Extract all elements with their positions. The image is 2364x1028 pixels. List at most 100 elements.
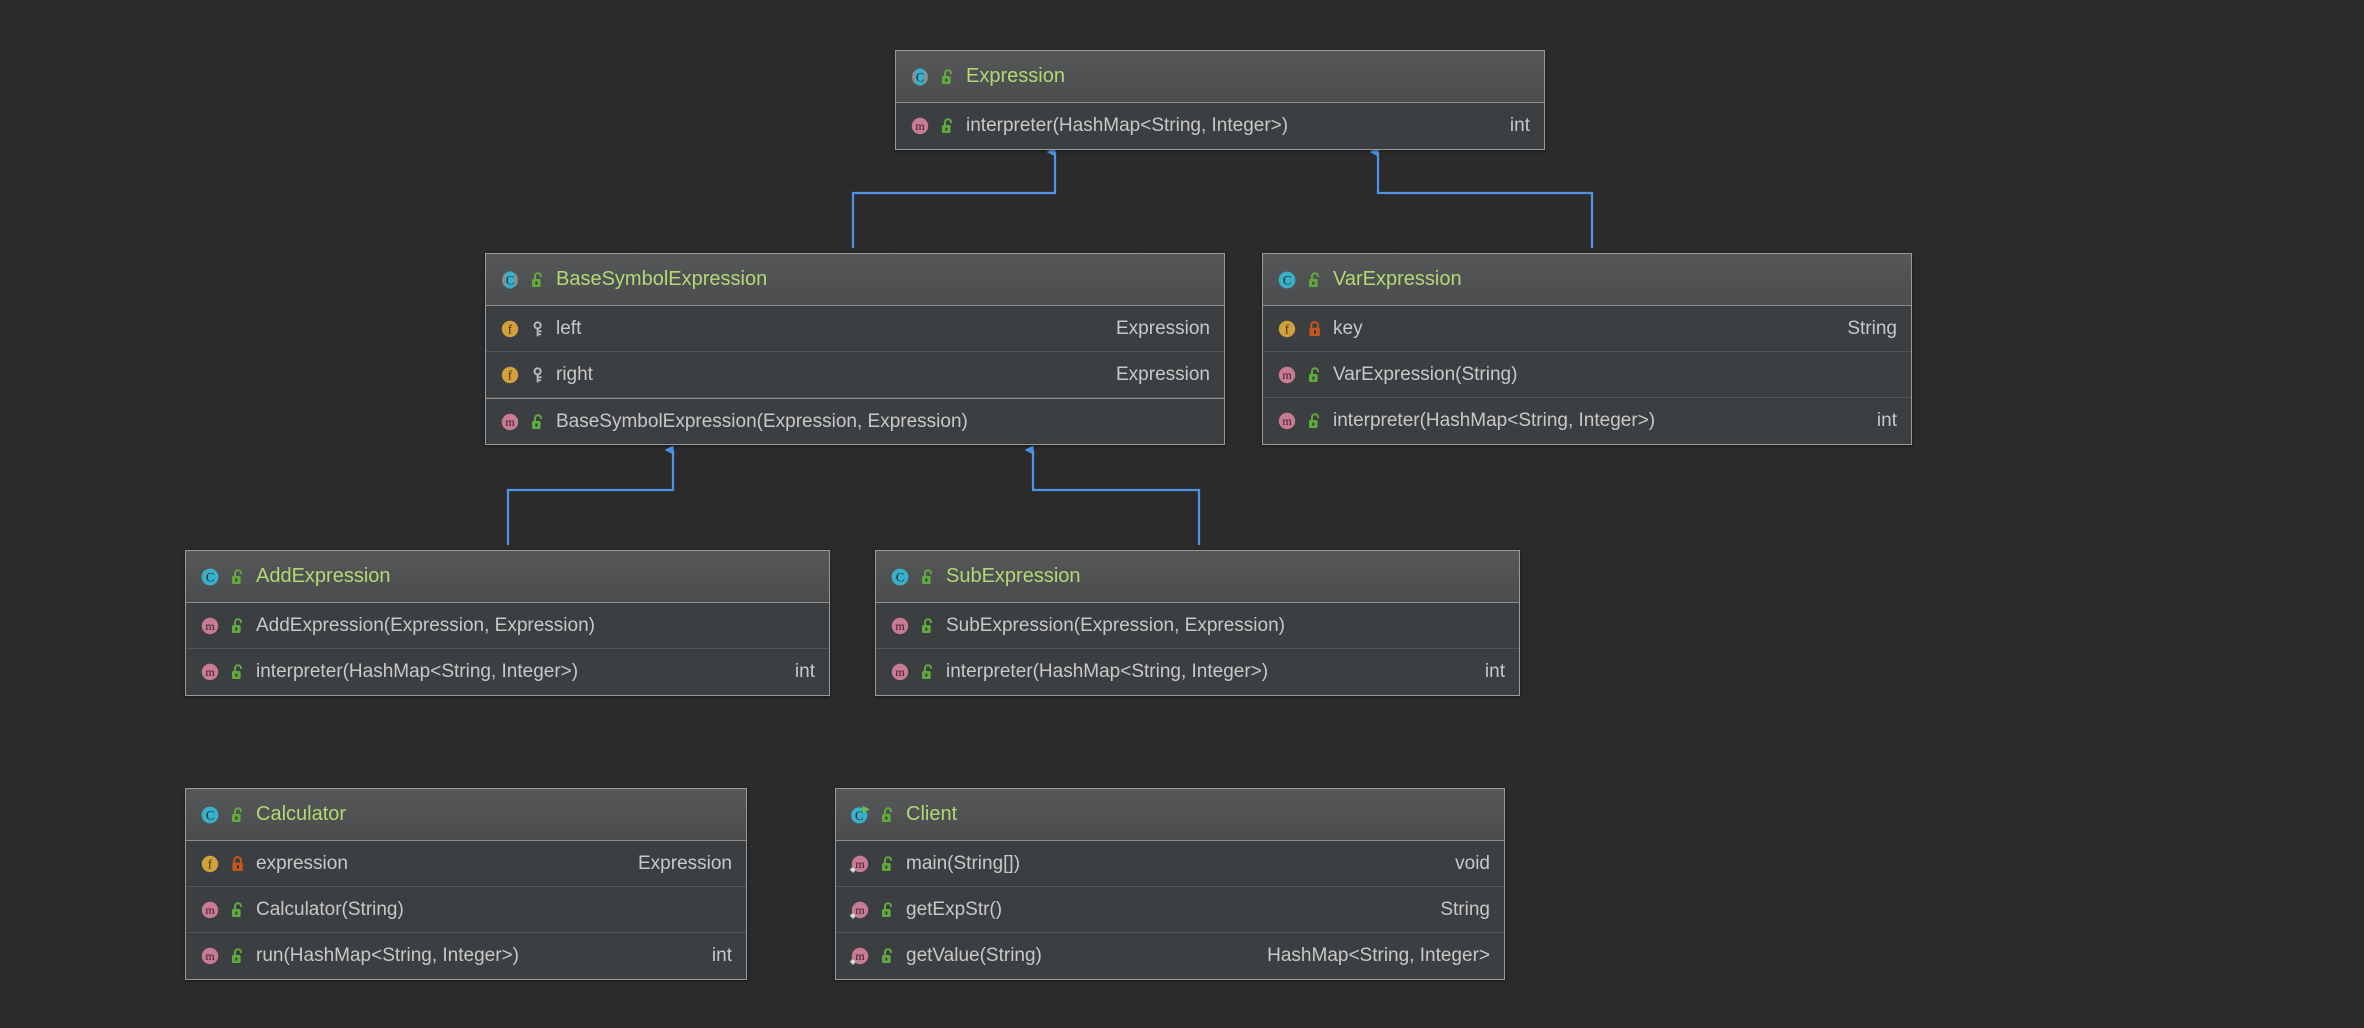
class-icon: C (1275, 268, 1299, 292)
member-row[interactable]: m interpreter(HashMap<String, Integer>) … (896, 103, 1544, 149)
unlock-public-icon (879, 854, 897, 874)
member-row[interactable]: m interpreter(HashMap<String, Integer>) … (1263, 398, 1911, 444)
unlock-public-icon (919, 567, 937, 587)
member-row[interactable]: f expression Expression (186, 841, 746, 887)
svg-text:C: C (896, 570, 904, 584)
member-row[interactable]: m AddExpression(Expression, Expression) (186, 603, 829, 649)
unlock-public-icon (879, 900, 897, 920)
class-name: SubExpression (946, 565, 1081, 588)
member-row[interactable]: m BaseSymbolExpression(Expression, Expre… (486, 398, 1224, 444)
unlock-public-icon (529, 412, 547, 432)
class-header-expression[interactable]: C Expression (896, 51, 1544, 103)
member-type: String (1847, 318, 1897, 340)
member-type: String (1440, 899, 1490, 921)
class-name: Calculator (256, 803, 346, 826)
static-method-icon: m (848, 852, 872, 876)
class-header-varexpression[interactable]: C VarExpression (1263, 254, 1911, 306)
field-icon: f (198, 852, 222, 876)
lock-private-icon (229, 854, 247, 874)
svg-text:m: m (205, 949, 215, 963)
unlock-public-icon (1306, 411, 1324, 431)
edge-subexpression-to-basesymbolexpression (1033, 450, 1199, 545)
member-name: right (556, 364, 593, 386)
unlock-public-icon (879, 805, 897, 825)
member-name: interpreter(HashMap<String, Integer>) (256, 661, 578, 683)
member-type: int (795, 661, 815, 683)
member-name: interpreter(HashMap<String, Integer>) (1333, 410, 1655, 432)
member-type: int (712, 945, 732, 967)
class-box-varexpression[interactable]: C VarExpression f (1262, 253, 1912, 445)
unlock-public-icon (229, 946, 247, 966)
member-name: Calculator(String) (256, 899, 404, 921)
member-name: expression (256, 853, 348, 875)
class-name: AddExpression (256, 565, 391, 588)
runnable-class-icon: C (848, 803, 872, 827)
member-row[interactable]: m main(String[]) void (836, 841, 1504, 887)
class-name: BaseSymbolExpression (556, 268, 767, 291)
method-icon: m (198, 614, 222, 638)
key-protected-icon (529, 365, 547, 385)
edge-basesymbolexpression-to-expression (853, 152, 1055, 248)
class-box-basesymbolexpression[interactable]: C BaseSymbolExpression f (485, 253, 1225, 445)
member-type: Expression (1116, 364, 1210, 386)
class-header-calculator[interactable]: C Calculator (186, 789, 746, 841)
member-type: int (1485, 661, 1505, 683)
class-icon: C (198, 565, 222, 589)
class-header-addexpression[interactable]: C AddExpression (186, 551, 829, 603)
member-name: key (1333, 318, 1363, 340)
class-header-basesymbolexpression[interactable]: C BaseSymbolExpression (486, 254, 1224, 306)
member-row[interactable]: m VarExpression(String) (1263, 352, 1911, 398)
svg-text:m: m (855, 903, 865, 917)
unlock-public-icon (879, 946, 897, 966)
uml-diagram-canvas[interactable]: C Expression m (0, 0, 2364, 1028)
svg-text:m: m (1282, 414, 1292, 428)
method-icon: m (888, 614, 912, 638)
member-type: HashMap<String, Integer> (1267, 945, 1490, 967)
member-row[interactable]: m interpreter(HashMap<String, Integer>) … (186, 649, 829, 695)
class-header-subexpression[interactable]: C SubExpression (876, 551, 1519, 603)
interface-icon: C (908, 65, 932, 89)
member-row[interactable]: m getExpStr() String (836, 887, 1504, 933)
class-header-client[interactable]: C Client (836, 789, 1504, 841)
member-row[interactable]: f key String (1263, 306, 1911, 352)
class-box-calculator[interactable]: C Calculator f (185, 788, 747, 980)
unlock-public-icon (229, 662, 247, 682)
member-name: main(String[]) (906, 853, 1020, 875)
member-row[interactable]: m interpreter(HashMap<String, Integer>) … (876, 649, 1519, 695)
member-name: VarExpression(String) (1333, 364, 1517, 386)
unlock-public-icon (1306, 365, 1324, 385)
unlock-public-icon (529, 270, 547, 290)
class-icon: C (888, 565, 912, 589)
member-name: getExpStr() (906, 899, 1002, 921)
svg-text:m: m (895, 619, 905, 633)
edge-addexpression-to-basesymbolexpression (508, 450, 673, 545)
svg-text:C: C (916, 70, 924, 84)
member-name: AddExpression(Expression, Expression) (256, 615, 595, 637)
field-icon: f (498, 363, 522, 387)
interface-icon: C (498, 268, 522, 292)
method-icon: m (1275, 363, 1299, 387)
member-row[interactable]: f right Expression (486, 352, 1224, 398)
member-row[interactable]: m getValue(String) HashMap<String, Integ… (836, 933, 1504, 979)
member-row[interactable]: m Calculator(String) (186, 887, 746, 933)
svg-text:m: m (505, 415, 515, 429)
method-icon: m (1275, 409, 1299, 433)
method-icon: m (198, 944, 222, 968)
class-box-expression[interactable]: C Expression m (895, 50, 1545, 150)
class-box-client[interactable]: C Client m (835, 788, 1505, 980)
member-row[interactable]: f left Expression (486, 306, 1224, 352)
svg-text:C: C (206, 808, 214, 822)
lock-private-icon (1306, 319, 1324, 339)
class-name: Client (906, 803, 957, 826)
member-row[interactable]: m SubExpression(Expression, Expression) (876, 603, 1519, 649)
class-box-addexpression[interactable]: C AddExpression m (185, 550, 830, 696)
class-icon: C (198, 803, 222, 827)
svg-text:C: C (1283, 273, 1291, 287)
svg-text:m: m (205, 619, 215, 633)
member-type: int (1510, 115, 1530, 137)
class-box-subexpression[interactable]: C SubExpression m (875, 550, 1520, 696)
member-row[interactable]: m run(HashMap<String, Integer>) int (186, 933, 746, 979)
static-method-icon: m (848, 944, 872, 968)
unlock-public-icon (939, 67, 957, 87)
static-method-icon: m (848, 898, 872, 922)
